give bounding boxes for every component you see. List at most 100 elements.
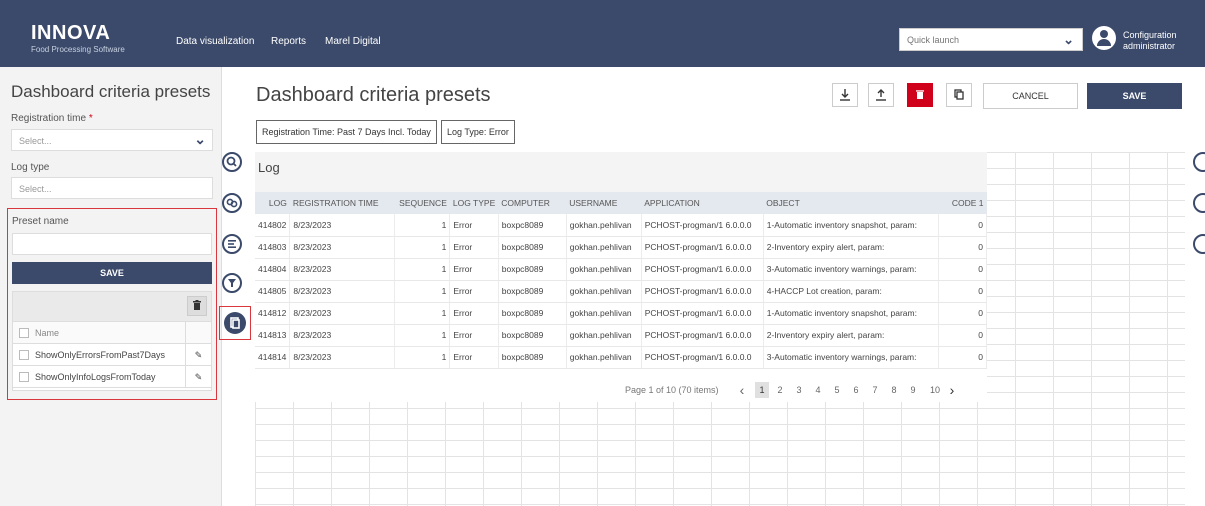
pager-page[interactable]: 3 [792, 382, 806, 398]
nav-data-visualization[interactable]: Data visualization [176, 36, 254, 47]
quick-launch-input[interactable] [900, 29, 1050, 50]
select-all-checkbox[interactable] [19, 327, 29, 338]
pager-info: Page 1 of 10 (70 items) [625, 385, 719, 395]
column-header-registration-time[interactable]: REGISTRATION TIME [289, 192, 395, 214]
list-icon[interactable] [222, 234, 242, 254]
save-button[interactable]: SAVE [1087, 83, 1182, 109]
copy-button[interactable] [946, 83, 972, 107]
pager-page[interactable]: 2 [773, 382, 787, 398]
log-table-row[interactable]: 414813 8/23/2023 1 Error boxpc8089 gokhan.peh… [255, 324, 988, 347]
log-cell: Error [449, 302, 499, 325]
log-cell: 8/23/2023 [289, 236, 396, 259]
preset-checkbox[interactable] [19, 349, 29, 360]
pager-page[interactable]: 6 [849, 382, 863, 398]
preset-row[interactable]: ShowOnlyInfoLogsFromToday ✎ [13, 366, 211, 388]
presets-toolbar [13, 292, 211, 322]
column-header-computer[interactable]: COMPUTER [498, 192, 567, 214]
log-cell: 1 [394, 324, 451, 347]
log-table-row[interactable]: 414812 8/23/2023 1 Error boxpc8089 gokhan.peh… [255, 302, 988, 325]
preset-toggle[interactable] [219, 306, 251, 340]
delete-preset-button[interactable] [187, 296, 207, 316]
filter-chip-registration-time[interactable]: Registration Time: Past 7 Days Incl. Tod… [256, 120, 437, 144]
pager-page[interactable]: 10 [926, 382, 944, 398]
upload-button[interactable] [868, 83, 894, 107]
preset-name[interactable]: ShowOnlyInfoLogsFromToday [35, 372, 185, 382]
column-header-sequence[interactable]: SEQUENCE [394, 192, 450, 214]
log-cell: boxpc8089 [498, 236, 567, 259]
column-header-log[interactable]: LOG [255, 192, 290, 214]
log-table-row[interactable]: 414814 8/23/2023 1 Error boxpc8089 gokhan.peh… [255, 346, 988, 369]
log-cell: 414802 [255, 214, 291, 237]
edit-column-header [185, 322, 211, 343]
log-cell: 1 [394, 258, 451, 281]
column-header-code1[interactable]: CODE 1 [938, 192, 987, 214]
preset-checkbox[interactable] [19, 371, 29, 382]
presets-table: Name ShowOnlyErrorsFromPast7Days ✎ ShowO… [12, 291, 212, 391]
log-cell: 0 [938, 302, 988, 325]
quick-launch-select[interactable]: ⌄ [899, 28, 1083, 51]
pager-page[interactable]: 7 [868, 382, 882, 398]
preset-name-label: Preset name [12, 216, 69, 227]
log-cell: PCHOST-progman/1 6.0.0.0 [641, 214, 764, 237]
delete-button[interactable] [907, 83, 933, 107]
log-table-row[interactable]: 414805 8/23/2023 1 Error boxpc8089 gokhan.peh… [255, 280, 988, 303]
pager-page[interactable]: 1 [755, 382, 769, 398]
upload-icon [876, 89, 886, 101]
pager-page[interactable]: 5 [830, 382, 844, 398]
log-widget-header[interactable]: Log [255, 152, 987, 192]
edit-icon[interactable]: ✎ [185, 344, 211, 365]
pager-next-icon[interactable]: › [945, 382, 959, 398]
log-cell: 4-HACCP Lot creation, param: [763, 280, 939, 303]
pager-page[interactable]: 8 [887, 382, 901, 398]
link-icon[interactable] [222, 193, 242, 213]
copy-icon [954, 89, 964, 100]
page-title: Dashboard criteria presets [256, 84, 491, 106]
log-type-select[interactable]: Select... [11, 177, 213, 199]
save-preset-button[interactable]: SAVE [12, 262, 212, 284]
log-cell: 1 [394, 214, 451, 237]
pager-page[interactable]: 9 [906, 382, 920, 398]
chevron-down-icon[interactable]: ⌄ [1063, 32, 1074, 48]
preset-name-input[interactable] [12, 233, 212, 255]
column-header-log-type[interactable]: LOG TYPE [449, 192, 499, 214]
criteria-panel: Dashboard criteria presets Registration … [0, 67, 222, 506]
registration-time-select[interactable]: Select... ⌄ [11, 129, 213, 151]
registration-time-placeholder: Select... [19, 136, 52, 146]
log-cell: 414803 [255, 236, 291, 259]
user-menu[interactable]: Configuration administrator [1123, 30, 1177, 52]
log-cell: gokhan.pehlivan [566, 280, 642, 303]
user-icon[interactable] [1092, 26, 1116, 50]
column-header-object[interactable]: OBJECT [763, 192, 939, 214]
log-cell: gokhan.pehlivan [566, 346, 642, 369]
column-header-username[interactable]: USERNAME [566, 192, 642, 214]
log-cell: 414804 [255, 258, 291, 281]
log-table-row[interactable]: 414802 8/23/2023 1 Error boxpc8089 gokhan.peh… [255, 214, 988, 237]
log-table-row[interactable]: 414803 8/23/2023 1 Error boxpc8089 gokhan.peh… [255, 236, 988, 259]
download-button[interactable] [832, 83, 858, 107]
nav-reports[interactable]: Reports [271, 36, 306, 47]
settings-icon[interactable] [1193, 234, 1205, 254]
cancel-button[interactable]: CANCEL [983, 83, 1078, 109]
link-icon[interactable] [1193, 193, 1205, 213]
log-cell: 0 [938, 324, 988, 347]
log-cell: 8/23/2023 [289, 258, 396, 281]
brand-logo[interactable]: INNOVA [31, 22, 110, 45]
filter-icon[interactable] [222, 273, 242, 293]
edit-icon[interactable]: ✎ [185, 366, 211, 387]
pager-page[interactable]: 4 [811, 382, 825, 398]
log-cell: 1 [394, 236, 451, 259]
column-header-application[interactable]: APPLICATION [641, 192, 764, 214]
filter-chip-log-type[interactable]: Log Type: Error [441, 120, 515, 144]
preset-icon[interactable] [224, 312, 246, 334]
preset-row[interactable]: ShowOnlyErrorsFromPast7Days ✎ [13, 344, 211, 366]
search-icon[interactable] [222, 152, 242, 172]
log-cell: 1 [394, 280, 451, 303]
nav-marel-digital[interactable]: Marel Digital [325, 36, 381, 47]
log-cell: PCHOST-progman/1 6.0.0.0 [641, 236, 764, 259]
log-cell: 2-Inventory expiry alert, param: [763, 236, 939, 259]
preset-name[interactable]: ShowOnlyErrorsFromPast7Days [35, 350, 185, 360]
back-icon[interactable] [1193, 152, 1205, 172]
pager-prev-icon[interactable]: ‹ [735, 382, 749, 398]
chevron-down-icon[interactable]: ⌄ [194, 131, 206, 148]
log-table-row[interactable]: 414804 8/23/2023 1 Error boxpc8089 gokhan.peh… [255, 258, 988, 281]
